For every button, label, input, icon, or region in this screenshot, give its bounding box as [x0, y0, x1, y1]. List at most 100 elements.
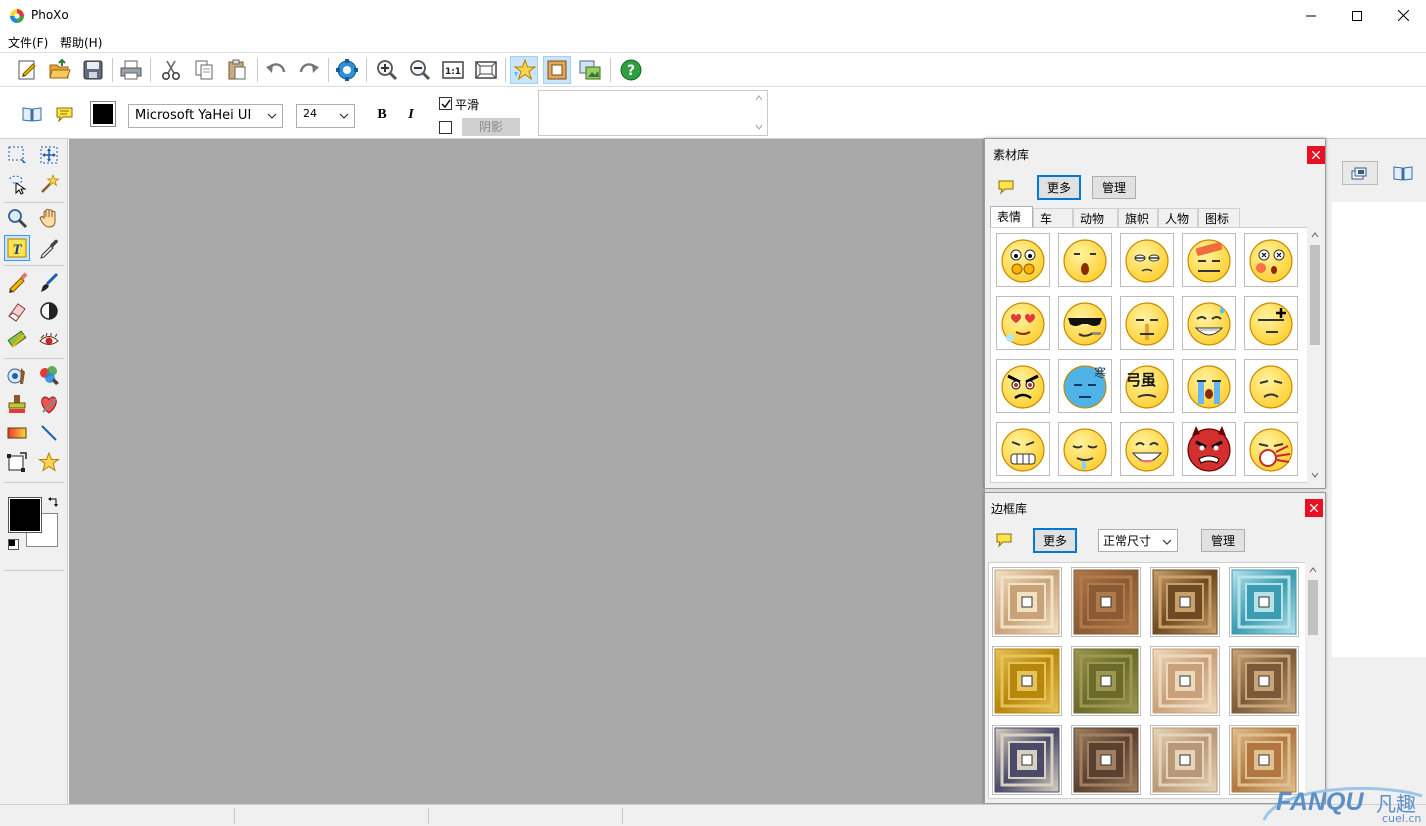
new-button[interactable] [13, 56, 41, 84]
frame-item[interactable] [1150, 567, 1220, 637]
line-tool[interactable] [36, 420, 62, 446]
fill-tool[interactable] [4, 327, 30, 353]
emoji-item[interactable] [1244, 233, 1298, 287]
clone-tool[interactable] [4, 362, 30, 388]
frame-panel-close-button[interactable] [1305, 499, 1323, 517]
shadow-checkbox[interactable] [439, 121, 452, 134]
gradient-tool[interactable] [4, 420, 30, 446]
frame-item[interactable] [1229, 567, 1299, 637]
material-more-button[interactable]: 更多 [1037, 175, 1081, 200]
minimize-button[interactable] [1288, 0, 1334, 31]
magic-wand-tool[interactable] [36, 171, 62, 197]
material-manage-button[interactable]: 管理 [1092, 176, 1136, 199]
emoji-item[interactable] [1182, 233, 1236, 287]
default-colors-button[interactable] [8, 539, 19, 550]
cut-button[interactable] [157, 56, 185, 84]
frame-manage-button[interactable]: 管理 [1201, 529, 1245, 552]
transform-tool[interactable] [4, 449, 30, 475]
canvas-area[interactable] [69, 139, 985, 804]
frame-item[interactable] [1150, 725, 1220, 795]
menu-file[interactable]: 文件(F) [8, 34, 48, 51]
heal-tool[interactable] [36, 391, 62, 417]
text-color-button[interactable] [90, 101, 116, 127]
eraser-tool[interactable] [4, 298, 30, 324]
frame-item[interactable] [992, 567, 1062, 637]
maximize-button[interactable] [1334, 0, 1380, 31]
help-button[interactable]: ? [617, 56, 645, 84]
emoji-item[interactable] [1120, 296, 1174, 350]
text-tool[interactable]: T [4, 235, 30, 261]
color-replace-tool[interactable] [36, 362, 62, 388]
emoji-item[interactable] [996, 296, 1050, 350]
bold-button[interactable]: B [373, 107, 391, 125]
zoom-tool[interactable] [4, 205, 30, 231]
eyedropper-tool[interactable] [36, 235, 62, 261]
frame-item[interactable] [1229, 646, 1299, 716]
frame-more-button[interactable]: 更多 [1033, 528, 1077, 553]
emoji-item[interactable] [1120, 422, 1174, 476]
scroll-thumb[interactable] [1308, 580, 1318, 635]
font-size-select[interactable]: 24 [296, 104, 355, 128]
foreground-color-swatch[interactable] [8, 497, 42, 533]
tab-emoji[interactable]: 表情 [990, 206, 1033, 227]
frame-item[interactable] [992, 646, 1062, 716]
brush-tool[interactable] [36, 269, 62, 295]
save-button[interactable] [79, 56, 107, 84]
tab-animal[interactable]: 动物 [1073, 208, 1118, 227]
frame-size-select[interactable]: 正常尺寸 [1098, 529, 1178, 552]
emoji-item[interactable] [1244, 422, 1298, 476]
emoji-item[interactable] [1182, 296, 1236, 350]
copy-button[interactable] [190, 56, 218, 84]
text-bubble-button[interactable] [55, 105, 75, 123]
frame-item[interactable] [1071, 646, 1141, 716]
print-button[interactable] [117, 56, 145, 84]
brightness-tool[interactable] [36, 298, 62, 324]
fit-window-button[interactable] [472, 56, 500, 84]
frame-item[interactable] [992, 725, 1062, 795]
text-input-scrollbar[interactable] [751, 91, 767, 135]
menu-help[interactable]: 帮助(H) [60, 34, 102, 51]
scroll-thumb[interactable] [1310, 245, 1320, 345]
open-button[interactable] [46, 56, 74, 84]
font-name-select[interactable]: Microsoft YaHei UI [128, 104, 283, 128]
actual-size-button[interactable]: 1:1 [439, 56, 467, 84]
stamp-tool[interactable] [4, 391, 30, 417]
undo-button[interactable] [262, 56, 290, 84]
layers-tab-button[interactable] [1342, 161, 1378, 185]
emoji-item[interactable] [1244, 296, 1298, 350]
frame-item[interactable] [1150, 646, 1220, 716]
layer-window-button[interactable] [576, 56, 604, 84]
close-button[interactable] [1380, 0, 1426, 31]
adjust-button[interactable] [333, 56, 361, 84]
star-shape-tool[interactable] [36, 449, 62, 475]
emoji-item[interactable] [1058, 422, 1112, 476]
emoji-item[interactable] [1182, 359, 1236, 413]
shadow-button[interactable]: 阴影 [462, 118, 520, 136]
history-tab-button[interactable] [1392, 163, 1414, 183]
zoom-in-button[interactable] [373, 56, 401, 84]
redo-button[interactable] [295, 56, 323, 84]
emoji-item[interactable] [1120, 233, 1174, 287]
frame-item[interactable] [1071, 567, 1141, 637]
frame-scrollbar[interactable] [1305, 562, 1321, 799]
emoji-item[interactable] [1244, 359, 1298, 413]
pencil-tool[interactable] [4, 269, 30, 295]
swap-colors-icon[interactable] [47, 497, 59, 509]
emoji-item[interactable]: 弓虽 [1120, 359, 1174, 413]
lasso-tool[interactable] [4, 171, 30, 197]
tab-people[interactable]: 人物 [1158, 208, 1198, 227]
emoji-item[interactable] [996, 359, 1050, 413]
emoji-item[interactable] [996, 233, 1050, 287]
emoji-item[interactable] [996, 422, 1050, 476]
emoji-item[interactable] [1058, 296, 1112, 350]
tab-car[interactable]: 车 [1033, 208, 1073, 227]
rect-select-tool[interactable] [4, 142, 30, 168]
tab-icon[interactable]: 图标 [1198, 208, 1240, 227]
material-panel-close-button[interactable] [1307, 146, 1325, 164]
paste-button[interactable] [223, 56, 251, 84]
text-preset-button[interactable] [22, 105, 42, 123]
move-tool[interactable] [36, 142, 62, 168]
frame-library-button[interactable] [543, 56, 571, 84]
zoom-out-button[interactable] [406, 56, 434, 84]
material-scrollbar[interactable] [1307, 227, 1323, 483]
